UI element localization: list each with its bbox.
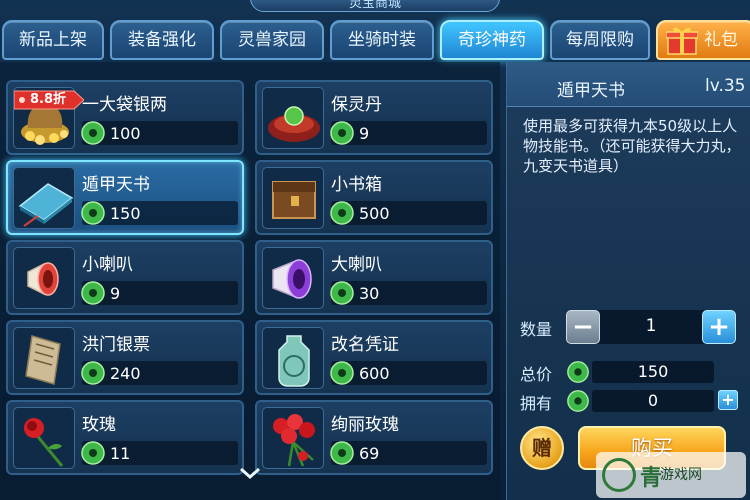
- item-card[interactable]: 玫瑰 11: [6, 400, 244, 475]
- rename-token-icon: [262, 327, 324, 389]
- pill-icon: [262, 87, 324, 149]
- item-name: 一大袋银两: [82, 95, 167, 115]
- price-bar: 9: [330, 121, 487, 145]
- jade-currency-icon: [567, 361, 589, 383]
- item-name: 小书箱: [331, 175, 382, 195]
- item-card[interactable]: 8.8折 一大袋银两 100: [6, 80, 244, 155]
- item-card[interactable]: 小喇叭 9: [6, 240, 244, 315]
- total-price-label: 总价: [520, 365, 553, 384]
- tab-gift-pack[interactable]: 礼包: [656, 20, 750, 60]
- jade-currency-icon: [330, 201, 354, 225]
- item-name: 洪门银票: [82, 335, 150, 355]
- owned-label: 拥有: [520, 394, 553, 413]
- item-price: 11: [110, 444, 131, 463]
- item-name: 小喇叭: [82, 255, 133, 275]
- item-card[interactable]: 绚丽玫瑰 69: [255, 400, 493, 475]
- small-horn-icon: [13, 247, 75, 309]
- item-card[interactable]: 遁甲天书 150: [6, 160, 244, 235]
- increase-quantity-button[interactable]: +: [702, 310, 736, 344]
- detail-item-level: lv.35: [705, 76, 746, 96]
- jade-currency-icon: [330, 121, 354, 145]
- item-card[interactable]: 洪门银票 240: [6, 320, 244, 395]
- gift-pack-label: 礼包: [704, 30, 738, 50]
- total-price-box: 150: [592, 361, 714, 383]
- tab-rare-medicine[interactable]: 奇珍神药: [440, 20, 544, 60]
- item-card[interactable]: 保灵丹 9: [255, 80, 493, 155]
- item-name: 大喇叭: [331, 255, 382, 275]
- item-name: 保灵丹: [331, 95, 382, 115]
- discount-text: 8.8折: [30, 92, 67, 107]
- book-icon: [13, 167, 75, 229]
- price-bar: 30: [330, 281, 487, 305]
- price-bar: 240: [81, 361, 238, 385]
- tab-mount-fashion[interactable]: 坐骑时装: [330, 20, 434, 60]
- quantity-label: 数量: [520, 320, 553, 339]
- banknote-icon: [13, 327, 75, 389]
- item-card[interactable]: 小书箱 500: [255, 160, 493, 235]
- item-name: 遁甲天书: [82, 175, 150, 195]
- gift-button[interactable]: 赠: [520, 426, 564, 470]
- shop-title: 灵宝商城: [250, 0, 500, 12]
- chevron-down-icon[interactable]: [238, 466, 262, 480]
- detail-item-name: 遁甲天书: [557, 81, 625, 101]
- total-price-value: 150: [637, 362, 669, 381]
- item-price: 30: [359, 284, 380, 303]
- site-watermark: 青 游戏网: [596, 452, 746, 498]
- tab-pet-home[interactable]: 灵兽家园: [220, 20, 324, 60]
- item-name: 绚丽玫瑰: [331, 415, 399, 435]
- item-price: 500: [359, 204, 390, 223]
- jade-currency-icon: [81, 121, 105, 145]
- watermark-logo-icon: [602, 458, 636, 492]
- jade-currency-icon: [567, 390, 589, 412]
- tab-new-arrivals[interactable]: 新品上架: [2, 20, 104, 60]
- category-tabs: 新品上架 装备强化 灵兽家园 坐骑时装 奇珍神药 每周限购 礼包: [0, 20, 750, 62]
- jade-currency-icon: [81, 201, 105, 225]
- tab-equipment-enhance[interactable]: 装备强化: [110, 20, 214, 60]
- decrease-quantity-button[interactable]: −: [566, 310, 600, 344]
- price-bar: 600: [330, 361, 487, 385]
- jade-currency-icon: [330, 361, 354, 385]
- rose-icon: [13, 407, 75, 469]
- jade-currency-icon: [330, 441, 354, 465]
- item-price: 150: [110, 204, 141, 223]
- item-price: 9: [110, 284, 121, 303]
- watermark-subtext: 游戏网: [660, 467, 702, 483]
- price-bar: 11: [81, 441, 238, 465]
- item-price: 69: [359, 444, 380, 463]
- quantity-stepper: − 1 +: [566, 310, 736, 344]
- bouquet-icon: [262, 407, 324, 469]
- price-bar: 500: [330, 201, 487, 225]
- jade-currency-icon: [81, 441, 105, 465]
- big-horn-icon: [262, 247, 324, 309]
- price-bar: 9: [81, 281, 238, 305]
- tab-weekly-limited[interactable]: 每周限购: [550, 20, 650, 60]
- jade-currency-icon: [81, 281, 105, 305]
- item-name: 改名凭证: [331, 335, 399, 355]
- item-price: 240: [110, 364, 141, 383]
- quantity-value[interactable]: 1: [600, 316, 702, 336]
- chest-icon: [262, 167, 324, 229]
- item-price: 9: [359, 124, 370, 143]
- item-name: 玫瑰: [82, 415, 116, 435]
- price-bar: 100: [81, 121, 238, 145]
- shop-window: 灵宝商城 新品上架 装备强化 灵兽家园 坐骑时装 奇珍神药 每周限购 礼包 8.…: [0, 0, 750, 500]
- price-bar: 150: [81, 201, 238, 225]
- item-price: 100: [110, 124, 141, 143]
- jade-currency-icon: [81, 361, 105, 385]
- recharge-plus-button[interactable]: +: [718, 390, 738, 410]
- owned-value: 0: [647, 391, 659, 410]
- detail-header: 遁甲天书 lv.35: [507, 62, 750, 107]
- item-grid: 8.8折 一大袋银两 100 保灵丹 9 遁甲天书 150 小书箱 500 小喇…: [0, 62, 500, 500]
- jade-currency-icon: [330, 281, 354, 305]
- owned-box: 0: [592, 390, 714, 412]
- detail-description: 使用最多可获得九本50级以上人物技能书。（还可能获得大力丸，九变天书道具）: [523, 117, 741, 175]
- price-bar: 69: [330, 441, 487, 465]
- gift-box-icon: [666, 27, 698, 55]
- item-card[interactable]: 改名凭证 600: [255, 320, 493, 395]
- item-price: 600: [359, 364, 390, 383]
- item-card[interactable]: 大喇叭 30: [255, 240, 493, 315]
